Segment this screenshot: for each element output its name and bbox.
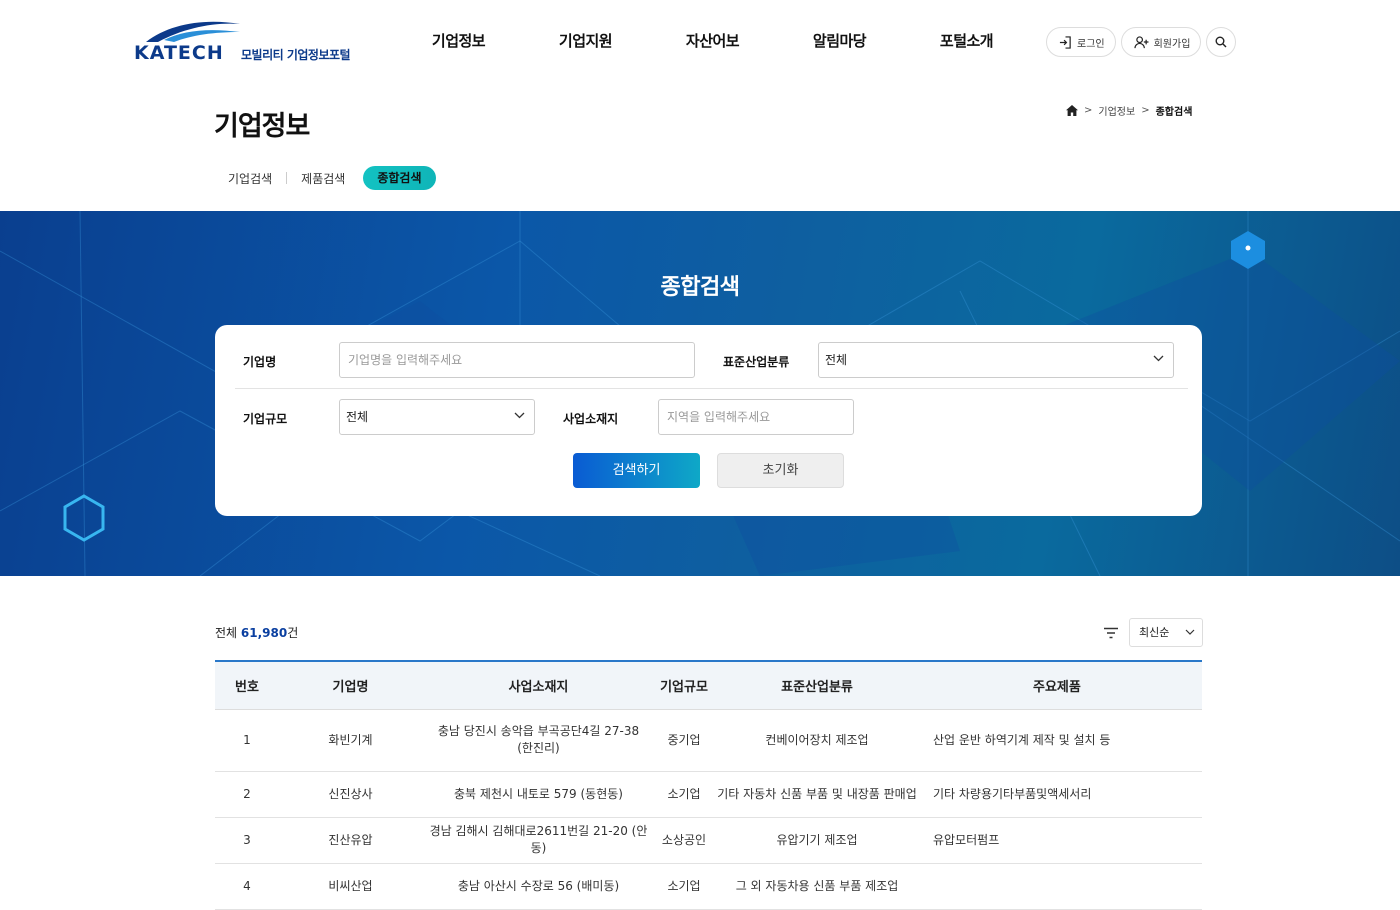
- row-address: 경남 김해시 김해대로2611번길 21-20 (안동): [422, 817, 655, 864]
- breadcrumb-separator: >: [1141, 105, 1150, 116]
- login-icon: [1059, 35, 1071, 49]
- row-industry: 컨베이어장치 제조업: [713, 709, 921, 772]
- result-count-number: 61,980: [240, 626, 288, 640]
- row-size: 소기업: [655, 771, 713, 818]
- form-divider: [235, 388, 1188, 389]
- tab-product-search[interactable]: 제품검색: [287, 170, 359, 187]
- company-name-input[interactable]: 기업명을 입력해주세요: [339, 342, 695, 378]
- add-user-icon: [1134, 35, 1149, 48]
- nav-item-company-info[interactable]: 기업정보: [395, 30, 522, 51]
- search-button[interactable]: [1206, 27, 1237, 57]
- industry-label: 표준산업분류: [723, 355, 790, 369]
- row-address: 충남 당진시 송악읍 부곡공단4길 27-38 (한진리): [422, 709, 655, 772]
- table-row[interactable]: 4 비씨산업 충남 아산시 수장로 56 (배미동) 소기업 그 외 자동차용 …: [215, 863, 1202, 910]
- search-title: 종합검색: [660, 275, 740, 300]
- signup-button[interactable]: 회원가입: [1120, 27, 1202, 57]
- row-product: 유압모터펌프: [921, 817, 1202, 864]
- row-no: 1: [215, 709, 279, 772]
- location-input[interactable]: 지역을 입력해주세요: [658, 399, 854, 435]
- table-row[interactable]: 3 진산유압 경남 김해시 김해대로2611번길 21-20 (안동) 소상공인…: [215, 817, 1202, 864]
- filter-icon[interactable]: [1103, 627, 1119, 639]
- site-header: KATECH 모빌리티 기업정보포털 기업정보 기업지원 자산어보 알림마당 포…: [0, 0, 1400, 84]
- logo-subtitle: 모빌리티 기업정보포털: [241, 48, 351, 62]
- industry-select-value: 전체: [825, 353, 848, 367]
- row-address-line2: (한진리): [517, 741, 560, 755]
- logo-text: KATECH: [134, 42, 224, 64]
- main-nav: 기업정보 기업지원 자산어보 알림마당 포털소개: [395, 30, 1030, 51]
- row-product: [921, 863, 1202, 910]
- search-submit-button[interactable]: 검색하기: [573, 453, 700, 488]
- row-size: 소상공인: [655, 817, 713, 864]
- nav-item-notice[interactable]: 알림마당: [776, 30, 903, 51]
- row-company-name[interactable]: 화빈기계: [279, 709, 422, 772]
- column-header-product: 주요제품: [921, 661, 1202, 710]
- row-address: 충북 제천시 내토로 579 (동현동): [422, 771, 655, 818]
- breadcrumb-separator: >: [1084, 105, 1093, 116]
- logo-swoosh-icon: [146, 21, 240, 42]
- chevron-down-icon: [514, 412, 525, 419]
- column-header-size: 기업규모: [655, 661, 713, 710]
- home-icon[interactable]: [1066, 105, 1078, 116]
- table-header-row: 번호 기업명 사업소재지 기업규모 표준산업분류 주요제품: [215, 661, 1202, 710]
- result-count-suffix: 건: [287, 626, 299, 640]
- row-product: 산업 운반 하역기계 제작 및 설치 등: [921, 709, 1202, 772]
- nav-item-portal-intro[interactable]: 포털소개: [903, 30, 1030, 51]
- search-icon: [1215, 36, 1227, 48]
- signup-label: 회원가입: [1153, 38, 1191, 50]
- row-company-name[interactable]: 비씨산업: [279, 863, 422, 910]
- row-size: 소기업: [655, 863, 713, 910]
- chevron-down-icon: [1153, 355, 1164, 362]
- result-count: 전체 61,980건: [215, 624, 298, 641]
- column-header-address: 사업소재지: [422, 661, 655, 710]
- row-industry: 기타 자동차 신품 부품 및 내장품 판매업: [713, 771, 921, 818]
- chevron-down-icon: [1185, 629, 1195, 635]
- company-size-label: 기업규모: [243, 412, 288, 426]
- utility-menu: 로그인 회원가입: [1046, 27, 1237, 57]
- company-size-select[interactable]: 전체: [339, 399, 535, 435]
- login-button[interactable]: 로그인: [1046, 27, 1116, 57]
- company-name-label: 기업명: [243, 355, 277, 369]
- company-size-select-value: 전체: [346, 410, 369, 424]
- search-form: 기업명 기업명을 입력해주세요 표준산업분류 전체 기업규모 전체 사업소재지 …: [215, 325, 1202, 516]
- breadcrumb-item-current: 종합검색: [1155, 107, 1193, 118]
- row-industry: 유압기기 제조업: [713, 817, 921, 864]
- katech-logo[interactable]: KATECH 모빌리티 기업정보포털: [134, 18, 364, 66]
- column-header-company: 기업명: [279, 661, 422, 710]
- row-company-name[interactable]: 진산유압: [279, 817, 422, 864]
- sort-select-value: 최신순: [1139, 626, 1170, 639]
- table-row[interactable]: 2 신진상사 충북 제천시 내토로 579 (동현동) 소기업 기타 자동차 신…: [215, 771, 1202, 818]
- sort-controls: 최신순: [1103, 618, 1203, 647]
- column-header-no: 번호: [215, 661, 279, 710]
- row-industry: 그 외 자동차용 신품 부품 제조업: [713, 863, 921, 910]
- row-no: 2: [215, 771, 279, 818]
- sort-select[interactable]: 최신순: [1129, 618, 1203, 647]
- results-table: 번호 기업명 사업소재지 기업규모 표준산업분류 주요제품 1 화빈기계 충남 …: [215, 660, 1202, 910]
- table-row[interactable]: 1 화빈기계 충남 당진시 송악읍 부곡공단4길 27-38 (한진리) 중기업…: [215, 709, 1202, 772]
- row-no: 4: [215, 863, 279, 910]
- industry-select[interactable]: 전체: [818, 342, 1174, 378]
- reset-button[interactable]: 초기화: [717, 453, 844, 488]
- column-header-industry: 표준산업분류: [713, 661, 921, 710]
- sub-tabs: 기업검색 제품검색 종합검색: [214, 166, 436, 190]
- row-product: 기타 차량용기타부품및액세서리: [921, 771, 1202, 818]
- nav-item-company-support[interactable]: 기업지원: [522, 30, 649, 51]
- nav-item-jasaneobo[interactable]: 자산어보: [649, 30, 776, 51]
- location-label: 사업소재지: [563, 412, 619, 426]
- result-count-prefix: 전체: [215, 626, 238, 640]
- page-title: 기업정보: [214, 111, 310, 142]
- row-address: 충남 아산시 수장로 56 (배미동): [422, 863, 655, 910]
- row-no: 3: [215, 817, 279, 864]
- breadcrumb: > 기업정보 > 종합검색: [1066, 103, 1192, 118]
- breadcrumb-item-company-info[interactable]: 기업정보: [1098, 103, 1135, 118]
- row-address-line1: 충남 당진시 송악읍 부곡공단4길 27-38: [437, 724, 640, 738]
- row-size: 중기업: [655, 709, 713, 772]
- row-company-name[interactable]: 신진상사: [279, 771, 422, 818]
- tab-company-search[interactable]: 기업검색: [214, 170, 286, 187]
- login-label: 로그인: [1077, 38, 1105, 50]
- tab-integrated-search[interactable]: 종합검색: [363, 166, 436, 190]
